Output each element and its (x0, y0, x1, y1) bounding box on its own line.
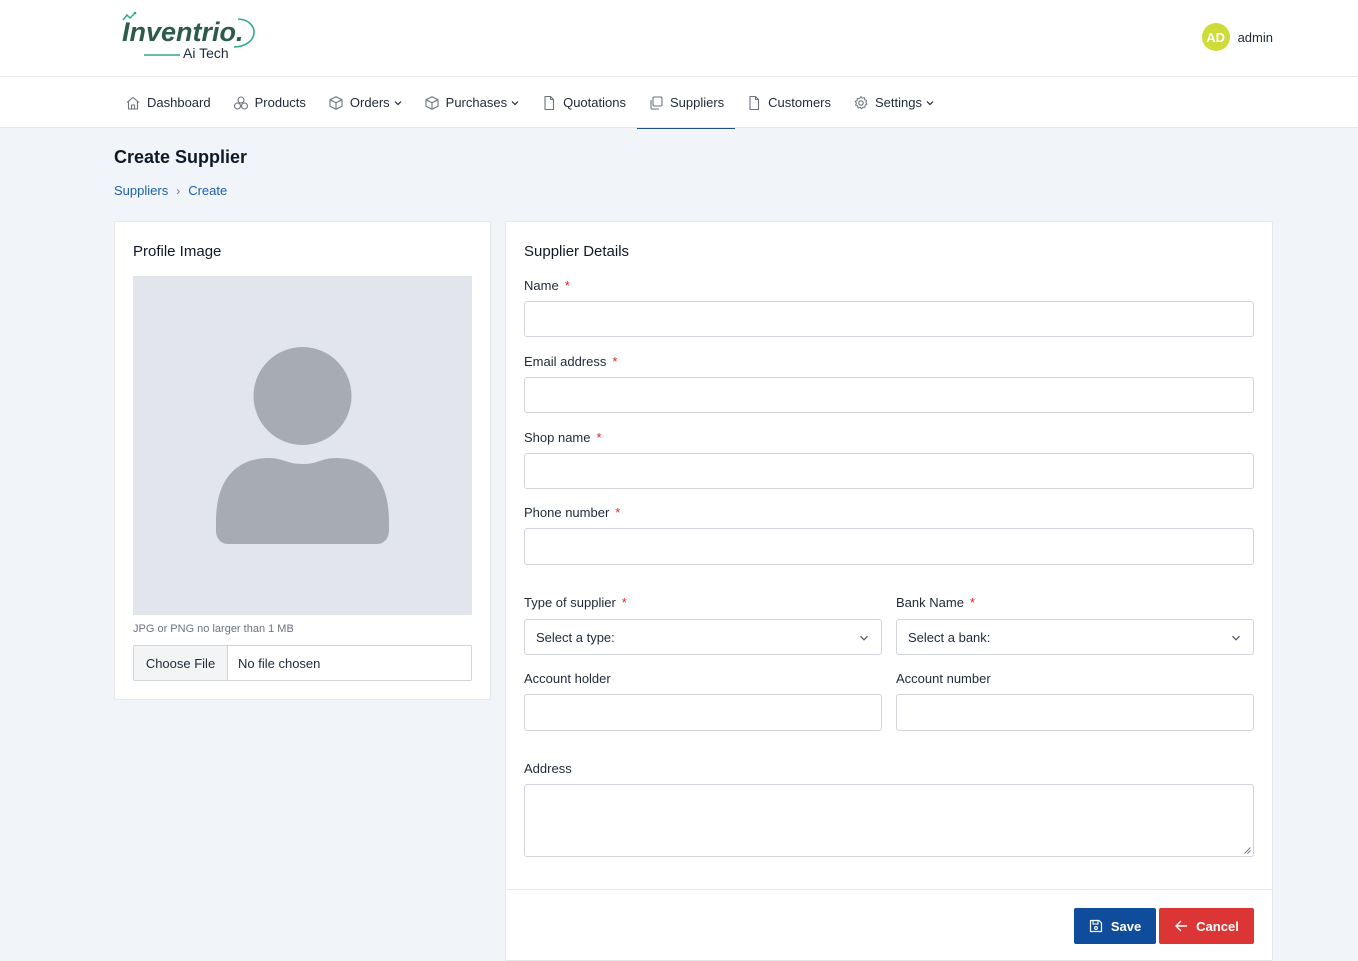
choose-file-button[interactable]: Choose File (134, 646, 228, 680)
nav-label: Dashboard (147, 95, 211, 110)
nav-label: Settings (875, 95, 922, 110)
supplier-type-value: Select a type: (536, 629, 615, 645)
box-icon (425, 95, 439, 110)
phone-input[interactable] (524, 528, 1254, 565)
name-input[interactable] (524, 301, 1254, 337)
gear-icon (854, 95, 868, 109)
bank-select[interactable]: Select a bank: (896, 619, 1254, 655)
nav-item-customers[interactable]: Customers (735, 77, 842, 128)
chevron-down-icon (926, 100, 934, 105)
boxes-icon (233, 95, 248, 110)
svg-text:Ai Tech: Ai Tech (183, 45, 229, 61)
supplier-type-label-text: Type of supplier (524, 595, 616, 610)
account-number-label: Account number (896, 671, 991, 686)
file-status: No file chosen (238, 655, 321, 671)
account-holder-label: Account holder (524, 671, 611, 686)
bank-value: Select a bank: (908, 629, 991, 645)
supplier-details-card: Supplier Details Name * Email address * Sh… (505, 221, 1273, 961)
shop-name-input[interactable] (524, 453, 1254, 489)
address-label: Address (524, 761, 572, 776)
page-title: Create Supplier (114, 147, 248, 167)
chevron-down-icon (511, 100, 519, 105)
shop-name-label: Shop name * (524, 430, 602, 445)
account-number-input[interactable] (896, 694, 1254, 731)
user-placeholder-icon (216, 347, 389, 544)
required-mark: * (596, 430, 602, 445)
save-button[interactable]: Save (1074, 908, 1156, 944)
nav-label: Quotations (563, 95, 626, 110)
name-label-text: Name (524, 278, 559, 293)
address-textarea[interactable] (524, 784, 1254, 857)
required-mark: * (615, 505, 621, 520)
svg-text:Inventrio.: Inventrio. (122, 17, 244, 47)
phone-label-text: Phone number (524, 505, 610, 520)
resize-handle-icon[interactable] (1243, 846, 1251, 854)
nav-item-quotations[interactable]: Quotations (530, 77, 637, 128)
supplier-type-label: Type of supplier * (524, 595, 627, 610)
save-label: Save (1110, 918, 1142, 934)
account-holder-input[interactable] (524, 694, 882, 731)
profile-image-card: Profile Image JPG or PNG no larger than … (114, 221, 491, 700)
breadcrumb-separator: › (176, 183, 181, 198)
bank-name-label-text: Bank Name (896, 595, 964, 610)
bank-name-label: Bank Name * (896, 595, 975, 610)
profile-image-placeholder (133, 276, 472, 615)
card-footer-divider (506, 889, 1272, 890)
nav-label: Customers (768, 95, 832, 110)
shop-name-label-text: Shop name (524, 430, 591, 445)
breadcrumb-suppliers[interactable]: Suppliers (114, 183, 168, 198)
nav-bar: Dashboard Products Orders Purchases Quot… (0, 77, 1358, 129)
email-label-text: Email address (524, 354, 607, 369)
breadcrumb-create[interactable]: Create (188, 183, 227, 198)
chevron-down-icon (860, 635, 868, 641)
profile-card-title: Profile Image (133, 243, 222, 260)
nav-label: Suppliers (669, 95, 725, 110)
copy-icon (650, 95, 663, 110)
nav-label: Purchases (445, 95, 508, 110)
main-nav: Dashboard Products Orders Purchases Quot… (114, 77, 945, 129)
required-mark: * (612, 354, 618, 369)
nav-item-products[interactable]: Products (222, 77, 317, 128)
required-mark: * (969, 595, 975, 610)
home-icon (126, 96, 140, 110)
cancel-label: Cancel (1196, 918, 1239, 934)
nav-label: Orders (349, 95, 390, 110)
save-icon (1089, 919, 1102, 933)
nav-item-settings[interactable]: Settings (842, 77, 945, 128)
nav-item-orders[interactable]: Orders (317, 77, 413, 128)
file-hint: JPG or PNG no larger than 1 MB (133, 623, 294, 635)
supplier-type-select[interactable]: Select a type: (524, 619, 882, 655)
box-icon (329, 95, 343, 110)
email-input[interactable] (524, 377, 1254, 413)
profile-file-input[interactable]: Choose File No file chosen (133, 645, 472, 681)
arrow-left-icon (1175, 920, 1188, 932)
name-label: Name * (524, 278, 570, 293)
required-mark: * (621, 595, 627, 610)
email-label: Email address * (524, 354, 617, 369)
phone-label: Phone number * (524, 505, 620, 520)
user-menu[interactable]: AD admin (1201, 23, 1273, 51)
document-icon (749, 95, 760, 110)
logo-graphic: Inventrio. Ai Tech (122, 11, 255, 61)
breadcrumb: Suppliers › Create (114, 183, 227, 198)
cancel-button[interactable]: Cancel (1159, 908, 1254, 944)
user-name[interactable]: admin (1238, 30, 1273, 45)
top-bar: Inventrio. Ai Tech AD admin (0, 0, 1358, 77)
brand-logo[interactable]: Inventrio. Ai Tech (120, 10, 260, 62)
nav-item-suppliers[interactable]: Suppliers (636, 77, 736, 129)
nav-item-purchases[interactable]: Purchases (413, 77, 530, 128)
avatar[interactable]: AD (1201, 23, 1230, 51)
chevron-down-icon (394, 100, 402, 105)
required-mark: * (564, 278, 570, 293)
document-icon (544, 95, 555, 110)
chevron-down-icon (1232, 635, 1240, 641)
details-card-title: Supplier Details (524, 243, 630, 260)
nav-item-dashboard[interactable]: Dashboard (114, 77, 222, 128)
nav-label: Products (254, 95, 306, 110)
